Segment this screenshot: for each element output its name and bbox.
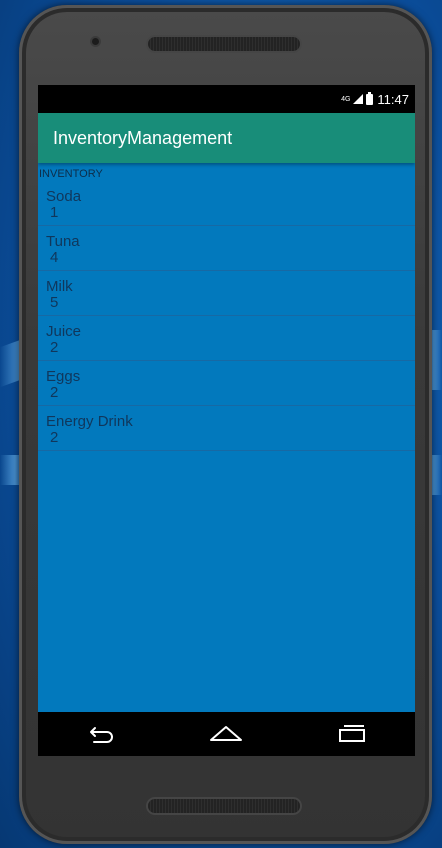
home-icon <box>210 726 243 741</box>
recents-button[interactable] <box>327 717 377 751</box>
item-name: Soda <box>46 188 82 205</box>
network-type: 4G <box>341 95 351 103</box>
screen: 4G 11:47 InventoryManagement INVENTORY S… <box>38 85 415 756</box>
phone-frame: 4G 11:47 InventoryManagement INVENTORY S… <box>19 5 432 844</box>
status-bar: 4G 11:47 <box>38 85 415 113</box>
item-name: Eggs <box>46 368 81 385</box>
item-quantity: 2 <box>50 339 59 356</box>
item-quantity: 5 <box>50 294 59 311</box>
back-button[interactable] <box>76 717 126 751</box>
recents-icon <box>339 725 366 742</box>
item-quantity: 1 <box>50 204 59 221</box>
item-name: Energy Drink <box>46 413 133 430</box>
app-bar: InventoryManagement <box>38 113 415 163</box>
list-item[interactable]: Eggs 2 <box>38 362 415 406</box>
bottom-speaker <box>148 799 300 813</box>
home-button[interactable] <box>201 717 251 751</box>
clock: 11:47 <box>377 91 409 107</box>
navigation-bar <box>38 712 415 756</box>
signal-icon <box>353 94 364 104</box>
battery-icon <box>366 91 374 105</box>
list-item[interactable]: Soda 1 <box>38 182 415 226</box>
list-item[interactable]: Tuna 4 <box>38 227 415 271</box>
list-item[interactable]: Milk 5 <box>38 272 415 316</box>
item-quantity: 2 <box>50 384 59 401</box>
section-label: INVENTORY <box>39 168 103 180</box>
top-speaker <box>148 37 300 51</box>
list-item[interactable]: Energy Drink 2 <box>38 407 415 451</box>
item-name: Tuna <box>46 233 80 250</box>
inventory-list: Soda 1 Tuna 4 Milk 5 Juice 2 Eggs 2 Ener… <box>38 182 415 451</box>
item-name: Milk <box>46 278 73 295</box>
list-item[interactable]: Juice 2 <box>38 317 415 361</box>
app-title: InventoryManagement <box>53 127 233 148</box>
front-camera <box>92 38 99 45</box>
item-name: Juice <box>46 323 82 340</box>
item-quantity: 4 <box>50 249 59 266</box>
back-icon <box>89 727 113 743</box>
item-quantity: 2 <box>50 429 59 446</box>
